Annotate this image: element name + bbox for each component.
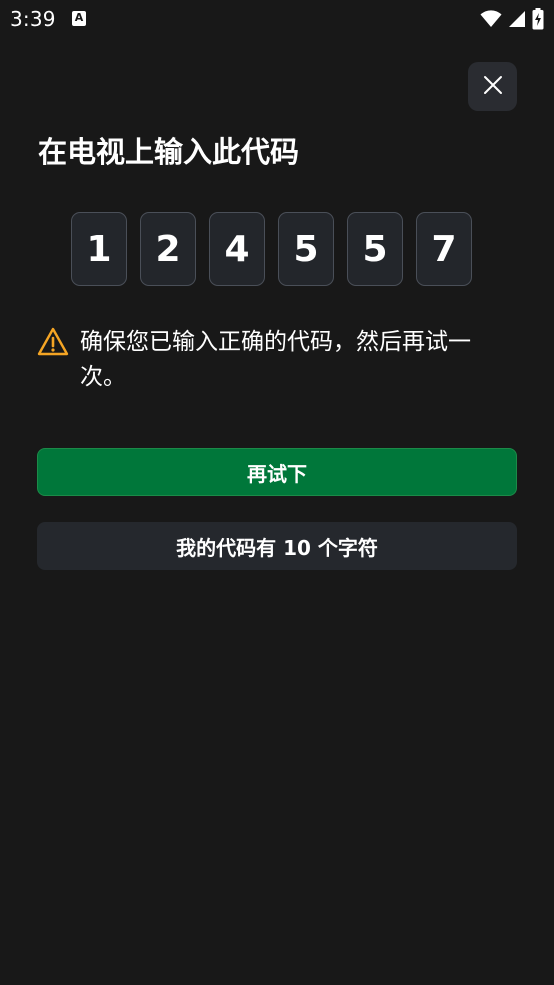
status-time: 3:39 <box>10 7 56 31</box>
ten-character-code-button[interactable]: 我的代码有 10 个字符 <box>37 522 517 570</box>
wifi-icon <box>480 10 502 28</box>
warning-icon <box>37 326 69 358</box>
close-button[interactable] <box>468 62 517 111</box>
app-notification-icon: A <box>72 11 86 26</box>
code-digit-6: 7 <box>416 212 472 286</box>
code-digit-2: 2 <box>140 212 196 286</box>
code-digit-5: 5 <box>347 212 403 286</box>
retry-button[interactable]: 再试下 <box>37 448 517 496</box>
battery-charging-icon <box>532 8 544 30</box>
code-digit-1: 1 <box>71 212 127 286</box>
code-digit-3: 4 <box>209 212 265 286</box>
status-icons <box>480 8 544 30</box>
status-bar: 3:39 A <box>0 0 554 40</box>
warning-message: 确保您已输入正确的代码，然后再试一次。 <box>37 325 507 395</box>
signal-icon <box>508 10 526 28</box>
code-digit-4: 5 <box>278 212 334 286</box>
warning-text: 确保您已输入正确的代码，然后再试一次。 <box>80 329 471 390</box>
page-title: 在电视上输入此代码 <box>38 135 300 169</box>
close-icon <box>483 75 503 99</box>
code-display: 1 2 4 5 5 7 <box>71 212 472 286</box>
